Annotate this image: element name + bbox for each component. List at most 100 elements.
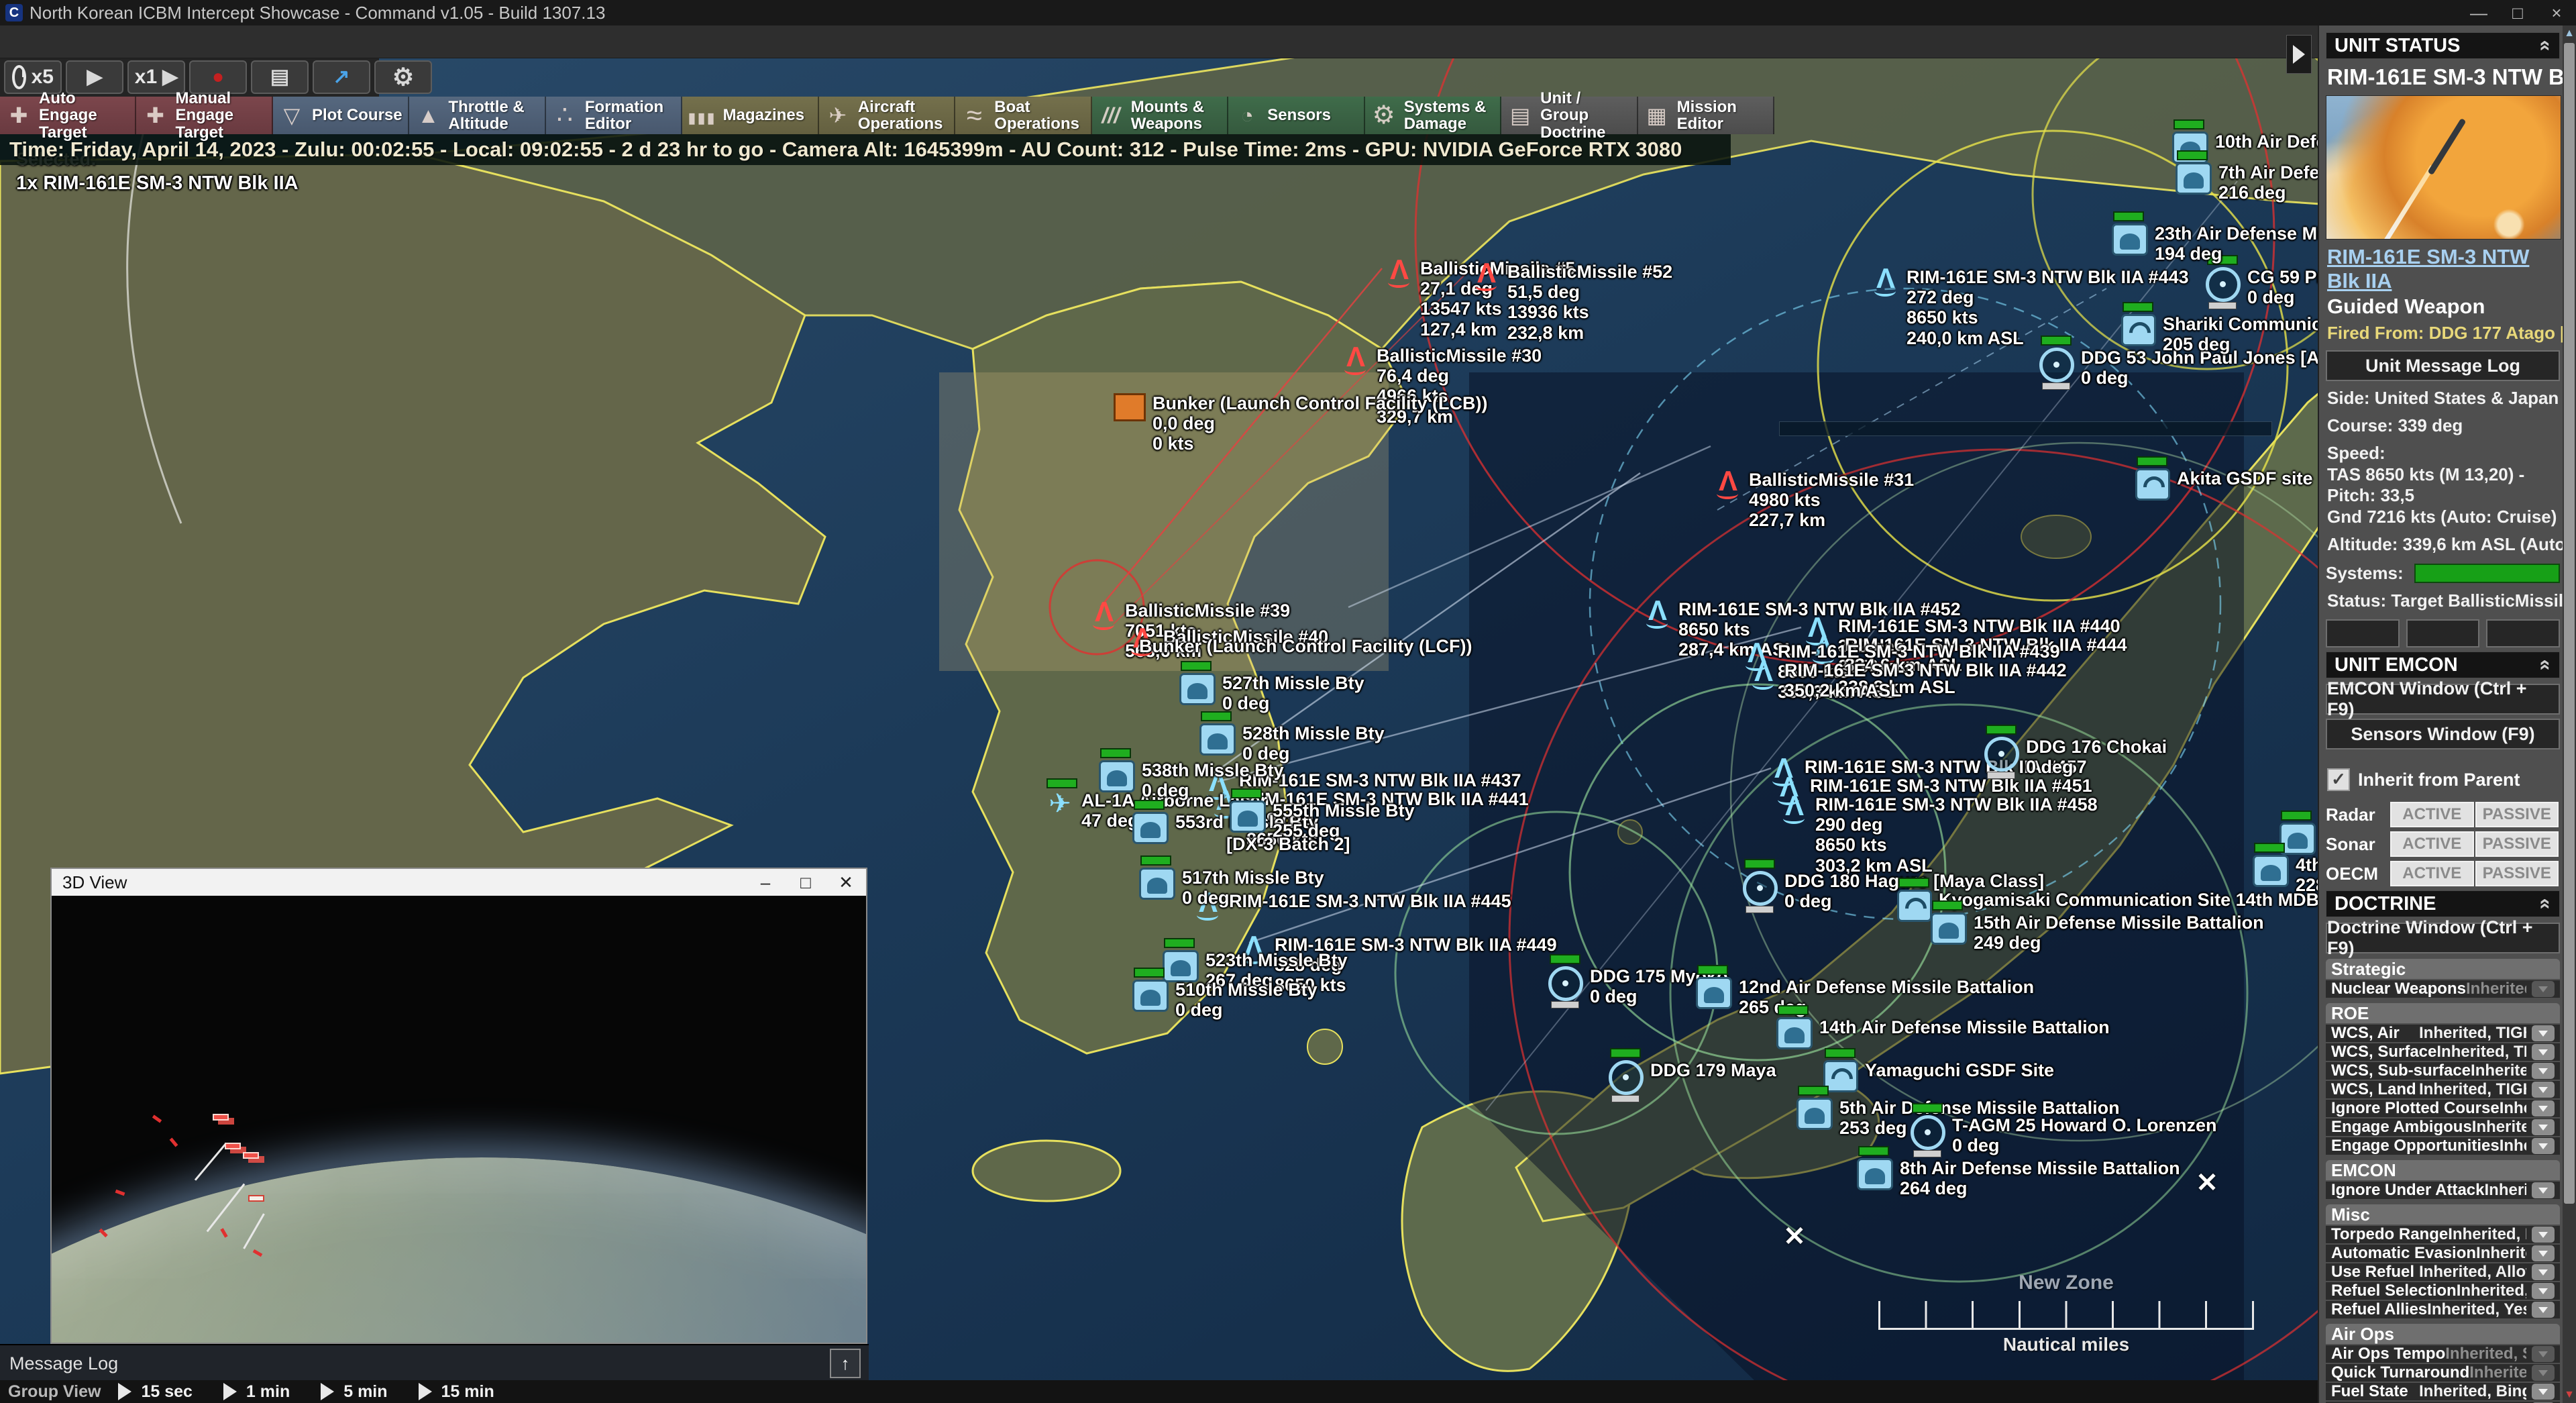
map-unit[interactable]: BallisticMissile #31 4980 kts227,7 km <box>1714 470 1914 531</box>
map-unit[interactable]: [DX-3 Batch 2] <box>1226 834 1350 854</box>
unit-message-log-button[interactable]: Unit Message Log <box>2326 350 2560 381</box>
3d-view-title-bar[interactable]: 3D View – □ ✕ <box>52 869 866 896</box>
dropdown-chevron-button[interactable] <box>2532 1227 2555 1243</box>
map-unit[interactable]: 510th Missle Bty 0 deg <box>1132 980 1318 1020</box>
action-button[interactable]: Systems & Damage <box>1365 97 1501 134</box>
dropdown-chevron-button[interactable] <box>2532 1100 2555 1116</box>
active-toggle-button[interactable]: ACTIVE <box>2390 802 2474 827</box>
dropdown-chevron-button[interactable] <box>2532 1182 2555 1198</box>
action-button[interactable]: Throttle & Altitude <box>409 97 545 134</box>
action-button[interactable]: Plot Course <box>273 97 409 134</box>
map-unit[interactable]: Akita GSDF site <box>2135 468 2313 501</box>
maximize-icon[interactable]: □ <box>2498 0 2537 25</box>
map-unit[interactable]: RIM-161E SM-3 NTW Blk IIA #442 350,2 km … <box>1750 660 2067 700</box>
unit-type-link[interactable]: RIM-161E SM-3 NTW Blk IIA <box>2327 245 2560 293</box>
scroll-down-icon[interactable]: ▼ <box>2564 1388 2575 1402</box>
map-unit[interactable]: T-AGM 25 Howard O. Lorenzen 0 deg <box>1911 1115 2217 1155</box>
dropdown-chevron-button[interactable] <box>2532 1302 2555 1318</box>
dropdown-chevron-button[interactable] <box>2532 1063 2555 1079</box>
time-step-button[interactable]: 5 min <box>321 1382 387 1402</box>
emcon-window-button[interactable]: EMCON Window (Ctrl + F9) <box>2326 684 2560 715</box>
action-button[interactable]: Formation Editor <box>546 97 682 134</box>
map-unit[interactable]: 15th Air Defense Missile Battalion 249 d… <box>1931 913 2264 953</box>
map-unit[interactable]: RIM-161E SM-3 NTW Blk IIA #458 290 deg86… <box>1780 794 2098 876</box>
maximize-icon[interactable]: □ <box>786 869 826 896</box>
map-layers-button[interactable]: ▤ <box>251 60 309 94</box>
group-view-label[interactable]: Group View <box>0 1382 118 1402</box>
collapse-chevron-icon[interactable]: « <box>2534 40 2557 52</box>
time-step-button[interactable]: 1 min <box>223 1382 290 1402</box>
map-unit[interactable]: 14th Air Defense Missile Battalion <box>1776 1017 2110 1049</box>
dropdown-chevron-button[interactable] <box>2532 1245 2555 1261</box>
dropdown-chevron-button[interactable] <box>2532 1264 2555 1280</box>
dropdown-chevron-button[interactable] <box>2532 1044 2555 1060</box>
map-unit[interactable]: BallisticMissile #52 51,5 deg13936 kts23… <box>1472 262 1672 343</box>
unit-quick-button[interactable] <box>2486 619 2560 647</box>
dropdown-chevron-button[interactable] <box>2532 1025 2555 1041</box>
map-unit[interactable]: DDG 179 Maya <box>1609 1060 1776 1095</box>
map-unit[interactable]: Bunker (Launch Control Facility (LCB)) 0… <box>1114 393 1488 454</box>
sensors-window-button[interactable]: Sensors Window (F9) <box>2326 719 2560 749</box>
sidebar-scrollbar[interactable]: ▲ ▼ <box>2563 25 2576 1403</box>
zone-corner-x-icon[interactable]: ✕ <box>2196 1167 2218 1198</box>
3d-view-window[interactable]: 3D View – □ ✕ <box>50 868 867 1344</box>
collapse-chevron-icon[interactable]: « <box>2534 898 2557 910</box>
sidebar-collapse-button[interactable] <box>2286 35 2312 74</box>
action-button[interactable]: Magazines <box>682 97 818 134</box>
dropdown-chevron-button[interactable] <box>2532 1346 2555 1362</box>
doctrine-window-button[interactable]: Doctrine Window (Ctrl + F9) <box>2326 923 2560 953</box>
dropdown-chevron-button[interactable] <box>2532 1365 2555 1381</box>
map-unit[interactable]: 527th Missle Bty 0 deg <box>1179 673 1364 713</box>
expand-log-button[interactable]: ↑ <box>830 1349 861 1378</box>
3d-unit-label[interactable] <box>243 1152 259 1159</box>
action-button[interactable]: Manual Engage Target <box>136 97 272 134</box>
inherit-from-parent-row[interactable]: ✓ Inherit from Parent <box>2327 768 2560 791</box>
dropdown-chevron-button[interactable] <box>2532 1384 2555 1400</box>
action-button[interactable]: Mission Editor <box>1638 97 1774 134</box>
dropdown-chevron-button[interactable] <box>2532 981 2555 997</box>
scroll-up-icon[interactable]: ▲ <box>2564 27 2575 40</box>
time-step-button[interactable]: 15 sec <box>118 1382 192 1402</box>
dropdown-chevron-button[interactable] <box>2532 1119 2555 1135</box>
action-button[interactable]: Mounts & Weapons <box>1092 97 1228 134</box>
close-icon[interactable]: × <box>2537 0 2576 25</box>
map-unit[interactable]: 8th Air Defense Missile Battalion 264 de… <box>1857 1158 2180 1198</box>
action-button[interactable]: Unit / Group Doctrine <box>1501 97 1638 134</box>
map-unit[interactable]: Bunker (Launch Control Facility (LCF)) <box>1139 636 1472 656</box>
settings-button[interactable]: ⚙ <box>374 60 432 94</box>
map-unit[interactable]: 517th Missle Bty 0 deg <box>1139 868 1324 908</box>
map-unit[interactable]: DDG 176 Chokai 0 deg <box>1984 737 2167 777</box>
passive-toggle-button[interactable]: PASSIVE <box>2475 802 2559 827</box>
3d-viewport[interactable] <box>52 896 866 1343</box>
collapse-chevron-icon[interactable]: « <box>2534 660 2557 671</box>
unit-quick-button[interactable] <box>2406 619 2480 647</box>
action-button[interactable]: Boat Operations <box>955 97 1091 134</box>
checkbox-checked-icon[interactable]: ✓ <box>2327 768 2350 791</box>
map-unit[interactable]: 12nd Air Defense Missile Battalion 265 d… <box>1696 977 2034 1017</box>
action-button[interactable]: Aircraft Operations <box>819 97 955 134</box>
passive-toggle-button[interactable]: PASSIVE <box>2475 831 2559 857</box>
unit-emcon-header[interactable]: UNIT EMCON « <box>2326 652 2560 678</box>
zone-corner-x-icon[interactable]: ✕ <box>1783 1221 1806 1252</box>
passive-toggle-button[interactable]: PASSIVE <box>2475 861 2559 886</box>
3d-unit-label[interactable] <box>213 1114 229 1121</box>
minimize-icon[interactable]: — <box>2459 0 2498 25</box>
3d-unit-label[interactable] <box>248 1195 264 1202</box>
map-unit[interactable]: 528th Missle Bty 0 deg <box>1199 723 1385 764</box>
minimize-icon[interactable]: – <box>745 869 786 896</box>
3d-unit-label[interactable] <box>225 1143 241 1149</box>
action-button[interactable]: Sensors <box>1228 97 1364 134</box>
dropdown-chevron-button[interactable] <box>2532 1138 2555 1154</box>
action-button[interactable]: Auto Engage Target <box>0 97 136 134</box>
unit-quick-button[interactable] <box>2326 619 2400 647</box>
scrollbar-thumb[interactable] <box>2564 43 2575 1204</box>
close-icon[interactable]: ✕ <box>826 869 866 896</box>
dropdown-chevron-button[interactable] <box>2532 1082 2555 1098</box>
active-toggle-button[interactable]: ACTIVE <box>2390 831 2474 857</box>
time-step-button[interactable]: 15 min <box>419 1382 494 1402</box>
dropdown-chevron-button[interactable] <box>2532 1283 2555 1299</box>
jump-button[interactable]: ↗ <box>313 60 370 94</box>
message-log-bar[interactable]: Message Log ↑ <box>0 1344 869 1382</box>
active-toggle-button[interactable]: ACTIVE <box>2390 861 2474 886</box>
unit-status-header[interactable]: UNIT STATUS « <box>2326 32 2560 59</box>
